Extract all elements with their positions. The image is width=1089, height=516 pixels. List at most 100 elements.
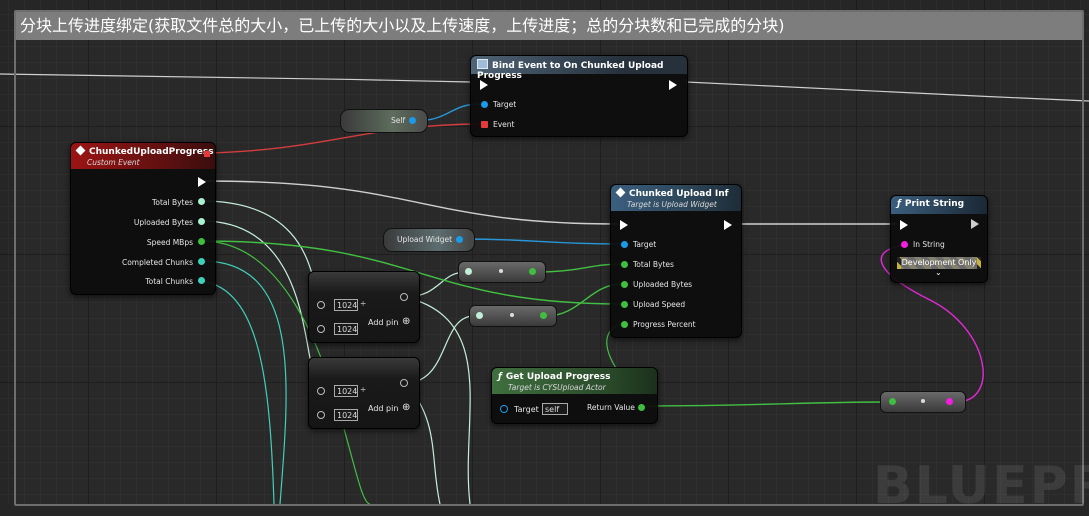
divide-in-pin-b[interactable]	[317, 325, 325, 333]
return-value-pin[interactable]	[638, 404, 645, 411]
expand-chevron-icon[interactable]: ⌄	[935, 268, 942, 277]
self-out-pin[interactable]	[409, 117, 416, 124]
get-upload-progress-title: Get Upload Progress	[505, 372, 611, 382]
delegate-out-pin[interactable]	[204, 151, 210, 157]
chunked-upload-inf-subtitle: Target is Upload Widget	[627, 200, 717, 209]
event-label: Event	[493, 120, 515, 129]
completed-chunks-label: Completed Chunks	[121, 258, 193, 267]
chunked-upload-inf-node[interactable]: Chunked Upload Inf Target is Upload Widg…	[610, 184, 742, 338]
progress-percent-pin[interactable]	[621, 321, 628, 328]
upload-speed-label: Upload Speed	[633, 300, 686, 309]
custom-event-header: ChunkedUploadProgress Custom Event	[71, 143, 215, 169]
divide-input-b[interactable]: 1024	[334, 323, 358, 335]
function-icon	[615, 187, 626, 198]
speed-pin[interactable]	[198, 238, 205, 245]
uploaded-bytes-pin[interactable]	[198, 218, 205, 225]
bind-event-node[interactable]: Bind Event to On Chunked Upload Progress…	[470, 55, 688, 137]
event-pin[interactable]	[481, 121, 488, 128]
uploaded-bytes-pin[interactable]	[621, 281, 628, 288]
exec-out-pin[interactable]	[724, 220, 732, 230]
uploaded-bytes-label: Uploaded Bytes	[633, 280, 693, 289]
divide-symbol: ÷	[360, 385, 367, 394]
target-label: Target	[514, 405, 539, 414]
conversion-out-pin[interactable]	[529, 268, 536, 275]
divide-input-a[interactable]: 1024	[334, 299, 358, 311]
conversion-in-pin[interactable]	[889, 398, 896, 405]
bind-event-title: Bind Event to On Chunked Upload Progress	[477, 61, 664, 81]
custom-event-subtitle: Custom Event	[87, 158, 140, 167]
upload-speed-pin[interactable]	[621, 301, 628, 308]
target-label: Target	[633, 240, 657, 249]
total-bytes-label: Total Bytes	[633, 260, 674, 269]
conversion-node-1[interactable]	[458, 261, 546, 283]
add-pin-label[interactable]: Add pin	[368, 404, 398, 413]
event-dispatcher-icon	[477, 59, 488, 69]
in-string-pin[interactable]	[901, 241, 908, 248]
total-bytes-pin[interactable]	[198, 198, 205, 205]
total-chunks-pin[interactable]	[198, 277, 205, 284]
total-chunks-label: Total Chunks	[145, 277, 193, 286]
conversion-in-pin[interactable]	[465, 268, 472, 275]
add-pin-icon[interactable]: ⊕	[402, 316, 410, 327]
get-upload-progress-subtitle: Target is CYSUpload Actor	[508, 383, 606, 392]
conversion-mid-dot	[510, 313, 514, 317]
divide-node-1[interactable]: 1024 ÷ 1024 Add pin ⊕	[308, 271, 420, 343]
target-label: Target	[493, 100, 517, 109]
bind-event-header: Bind Event to On Chunked Upload Progress	[471, 56, 687, 81]
custom-event-title: ChunkedUploadProgress	[89, 147, 214, 157]
print-string-node[interactable]: ƒ Print String In String Development Only…	[890, 195, 988, 283]
upload-widget-out-pin[interactable]	[456, 236, 463, 243]
target-pin[interactable]	[481, 101, 488, 108]
add-pin-icon[interactable]: ⊕	[402, 402, 410, 413]
divide-in-pin-a[interactable]	[317, 301, 325, 309]
divide-in-pin-a[interactable]	[317, 387, 325, 395]
divide-node-2[interactable]: 1024 ÷ 1024 Add pin ⊕	[308, 357, 420, 429]
target-self-field[interactable]: self	[542, 403, 568, 415]
uploaded-bytes-label: Uploaded Bytes	[133, 218, 193, 227]
add-pin-label[interactable]: Add pin	[368, 318, 398, 327]
conversion-out-pin[interactable]	[540, 312, 547, 319]
divide-symbol: ÷	[360, 299, 367, 308]
chunked-upload-inf-header: Chunked Upload Inf Target is Upload Widg…	[611, 185, 741, 211]
print-string-title: Print String	[904, 199, 965, 209]
to-string-conversion-node[interactable]	[880, 391, 966, 413]
total-bytes-pin[interactable]	[621, 261, 628, 268]
conversion-node-2[interactable]	[469, 305, 557, 327]
exec-out-pin[interactable]	[198, 177, 206, 187]
divide-out-pin[interactable]	[400, 293, 408, 301]
conversion-out-pin[interactable]	[946, 398, 953, 405]
divide-input-a[interactable]: 1024	[334, 385, 358, 397]
get-upload-progress-node[interactable]: ƒ Get Upload Progress Target is CYSUpload…	[491, 367, 658, 424]
blueprint-watermark: BLUEPRI	[873, 456, 1089, 516]
exec-in-pin[interactable]	[620, 220, 628, 230]
in-string-label: In String	[913, 240, 945, 249]
chunked-upload-inf-title: Chunked Upload Inf	[629, 189, 729, 199]
divide-in-pin-b[interactable]	[317, 411, 325, 419]
total-bytes-label: Total Bytes	[152, 198, 193, 207]
comment-title[interactable]: 分块上传进度绑定(获取文件总的大小，已上传的大小以及上传速度，上传进度；总的分块…	[16, 12, 1082, 40]
divide-out-pin[interactable]	[400, 379, 408, 387]
target-pin[interactable]	[500, 405, 508, 413]
conversion-mid-dot	[921, 399, 925, 403]
conversion-mid-dot	[499, 269, 503, 273]
progress-percent-label: Progress Percent	[633, 320, 696, 329]
conversion-in-pin[interactable]	[476, 312, 483, 319]
self-label: Self	[391, 116, 406, 125]
exec-in-pin[interactable]	[900, 220, 908, 230]
self-node[interactable]: Self	[340, 109, 428, 133]
upload-widget-node[interactable]: Upload Widget	[383, 228, 475, 252]
exec-in-pin[interactable]	[480, 80, 488, 90]
exec-out-pin[interactable]	[971, 219, 979, 229]
event-icon	[75, 145, 86, 156]
custom-event-node[interactable]: ChunkedUploadProgress Custom Event Total…	[70, 142, 216, 295]
speed-label: Speed MBps	[146, 238, 193, 247]
function-f-icon: ƒ	[897, 199, 901, 209]
exec-out-pin[interactable]	[669, 80, 677, 90]
get-upload-progress-header: ƒ Get Upload Progress Target is CYSUpload…	[492, 368, 657, 394]
function-f-icon: ƒ	[498, 372, 502, 382]
print-string-header: ƒ Print String	[891, 196, 987, 214]
target-pin[interactable]	[621, 241, 628, 248]
divide-input-b[interactable]: 1024	[334, 409, 358, 421]
completed-chunks-pin[interactable]	[198, 258, 205, 265]
upload-widget-label: Upload Widget	[397, 235, 453, 244]
